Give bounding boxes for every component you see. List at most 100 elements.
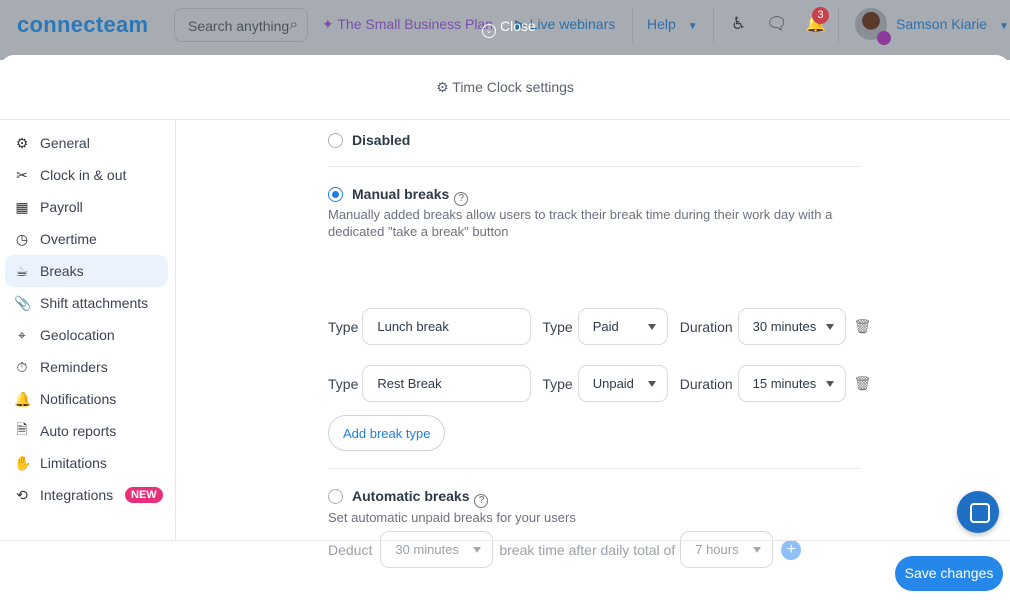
sidebar-item-label: Integrations [40,487,114,503]
break-type-row: Type Lunch break Type Paid Duration 30 minute… [328,308,871,345]
save-changes-button[interactable]: Save changes [895,556,1003,591]
sidebar-item-reminders[interactable]: ⏱ Reminders [5,351,168,383]
modal-footer: Save changes [0,540,1010,600]
sidebar-icon: 📎 [14,294,32,311]
close-icon: ⌄ [482,24,496,38]
type-label: Type [328,375,359,392]
sidebar-item-limitations[interactable]: ✋ Limitations [5,447,168,479]
user-menu[interactable]: Samson Kiarie ▼ [896,16,1009,32]
add-break-type-button[interactable]: Add break type [328,415,446,451]
sidebar-icon: 🔔 [14,390,32,407]
manual-breaks-description: Manually added breaks allow users to tra… [328,207,833,239]
break-name-value: Rest Break [377,376,442,391]
sidebar-item-overtime[interactable]: ◷ Overtime [5,223,168,255]
help-icon[interactable]: ? [454,192,469,206]
disabled-radio[interactable] [328,133,343,148]
automatic-breaks-option[interactable]: Automatic breaks? [328,488,489,508]
plan-link[interactable]: ✦ The Small Business Plan [322,16,493,33]
duration-label: Duration [679,318,733,335]
break-name-value: Lunch break [377,319,449,334]
duration-select[interactable]: 15 minutes [737,365,846,402]
sidebar-item-shift-attachments[interactable]: 📎 Shift attachments [5,287,168,319]
disabled-label: Disabled [352,132,411,148]
automatic-breaks-radio[interactable] [328,489,343,504]
disabled-option[interactable]: Disabled [328,132,410,150]
duration-value: 15 minutes [752,376,817,391]
sidebar-icon: ✂ [16,166,28,183]
sidebar-item-geolocation[interactable]: ⌖ Geolocation [5,319,168,351]
sidebar-icon: ☕ [15,262,29,279]
type-label: Type [542,375,573,392]
help-menu[interactable]: Help ▼ [647,16,698,32]
help-label: Help [647,16,676,32]
sidebar-icon: ⌖ [18,326,26,343]
new-badge: NEW [125,487,163,503]
pay-type-value: Paid [592,319,619,334]
search-input[interactable]: Search anything ⌕ [174,8,308,42]
caret-down-icon [647,381,656,387]
automatic-breaks-label: Automatic breaks [352,488,470,504]
sidebar-item-clock-in-out[interactable]: ✂ Clock in & out [5,159,168,191]
sidebar-item-label: Geolocation [40,327,115,343]
sidebar-item-notifications[interactable]: 🔔 Notifications [5,383,168,415]
caret-down-icon: ▼ [998,21,1009,32]
sidebar-item-integrations[interactable]: ⟲ Integrations NEW [5,479,168,511]
caret-down-icon [825,381,834,387]
sidebar-item-label: Breaks [40,263,84,279]
pay-type-select[interactable]: Unpaid [577,365,668,402]
time-clock-settings-modal: ⚙ Time Clock settings ⚙ General ✂ Clock in … [0,55,1010,600]
duration-label: Duration [679,375,733,392]
type-label: Type [328,318,359,335]
connecteam-logo[interactable]: connecteam [17,12,148,38]
caret-down-icon [647,324,656,330]
pay-type-select[interactable]: Paid [577,308,668,345]
close-label: Close [500,18,536,34]
sidebar-item-label: Overtime [40,231,97,247]
automatic-breaks-description: Set automatic unpaid breaks for your use… [328,510,576,525]
caret-down-icon [825,324,834,330]
top-navigation-bar: connecteam Search anything ⌕ ✦ The Small … [0,0,1010,60]
close-button[interactable]: ⌄ Close [482,18,536,38]
sidebar-item-label: Reminders [40,359,108,375]
modal-header: ⚙ Time Clock settings [0,55,1010,120]
sidebar-item-label: Auto reports [40,423,117,439]
divider [713,8,714,42]
pay-type-value: Unpaid [592,376,634,391]
sparkle-icon: ✦ [322,16,338,32]
duration-value: 30 minutes [752,319,817,334]
help-icon[interactable]: ? [474,494,489,508]
modal-title: Time Clock settings [452,79,574,95]
sidebar-icon: ⚙ [15,134,29,151]
duration-select[interactable]: 30 minutes [737,308,846,345]
accessibility-icon[interactable]: ♿ [731,14,746,34]
chat-widget-button[interactable] [957,491,999,533]
sidebar-icon: ✋ [14,454,32,471]
manual-breaks-option[interactable]: Manual breaks? [328,186,469,206]
notification-badge: 3 [812,7,829,24]
manual-breaks-radio[interactable] [328,187,343,202]
webinars-label: Live webinars [529,16,616,32]
sidebar-icon: ⟲ [16,486,28,503]
sidebar-icon: ▦ [15,198,29,215]
sidebar-item-breaks[interactable]: ☕ Breaks [5,255,168,287]
divider [328,166,860,167]
divider [838,8,839,42]
trash-icon[interactable]: 🗑 [854,318,872,335]
search-icon: ⌕ [289,16,298,33]
divider [328,468,860,469]
caret-down-icon: ▼ [687,21,698,32]
break-name-input[interactable]: Lunch break [362,308,532,345]
user-name: Samson Kiarie [896,16,988,32]
sidebar-item-general[interactable]: ⚙ General [5,127,168,159]
break-name-input[interactable]: Rest Break [362,365,532,402]
settings-sidebar: ⚙ General ✂ Clock in & out ▦ Payroll ◷ Overtime… [0,120,176,540]
gear-icon: ⚙ [436,79,453,95]
sidebar-item-label: Limitations [40,455,107,471]
search-placeholder: Search anything [188,18,290,34]
sidebar-item-payroll[interactable]: ▦ Payroll [5,191,168,223]
chat-icon[interactable]: 🗨 [766,14,788,34]
sidebar-item-auto-reports[interactable]: 🗎 Auto reports [5,415,168,447]
divider [632,8,633,42]
sidebar-icon: 🗎 [16,421,28,437]
trash-icon[interactable]: 🗑 [854,375,872,392]
